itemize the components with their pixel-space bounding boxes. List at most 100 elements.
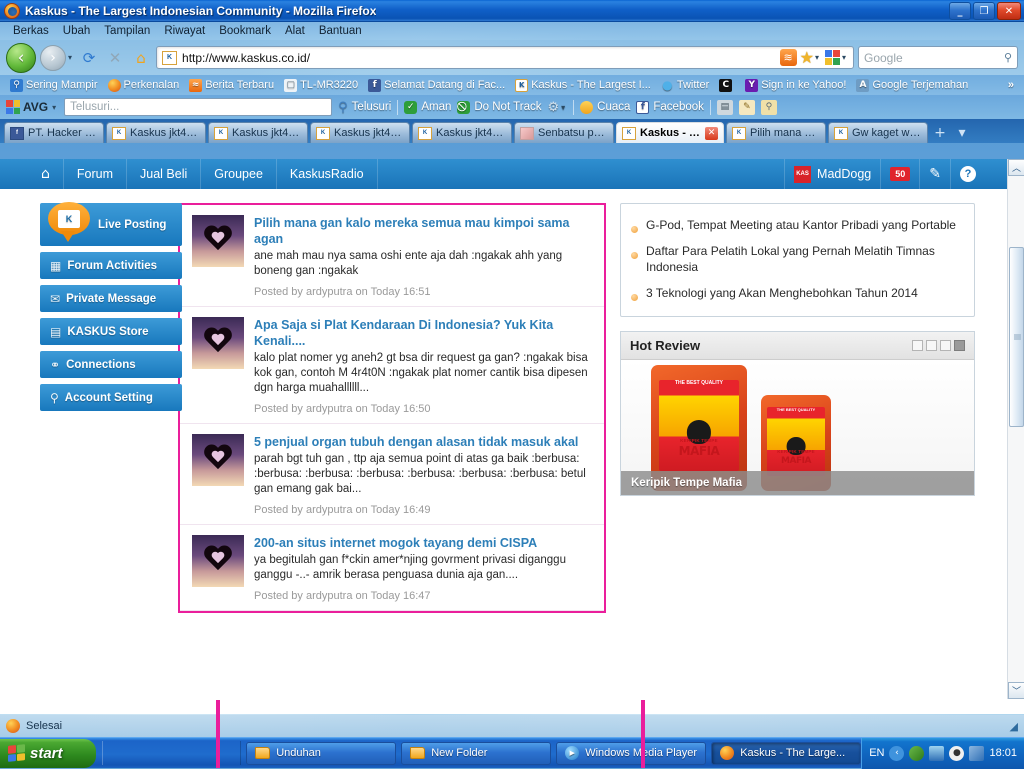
compose-button[interactable]: ✎ [919, 159, 950, 189]
avg-search-input[interactable]: Telusuri... [64, 98, 333, 116]
post-title[interactable]: 5 penjual organ tubuh dengan alasan tida… [254, 434, 592, 450]
list-item[interactable]: Daftar Para Pelatih Lokal yang Pernah Me… [631, 238, 964, 280]
search-magnifier-icon[interactable]: ⚲ [1004, 51, 1012, 64]
taskbar-button-windows-media-player[interactable]: ▶ Windows Media Player [556, 741, 707, 765]
scroll-up-button[interactable]: ︿ [1008, 159, 1024, 176]
list-item[interactable]: Apa Saja si Plat Kendaraan Di Indonesia?… [180, 307, 604, 424]
menu-bantuan[interactable]: Bantuan [312, 24, 369, 38]
start-button[interactable]: start [0, 738, 96, 768]
bookmark-google-terjemahan[interactable]: A Google Terjemahan [852, 78, 972, 93]
notepad-icon[interactable]: ✎ [738, 99, 755, 115]
list-item[interactable]: Pilih mana gan kalo mereka semua mau kim… [180, 205, 604, 307]
close-icon[interactable]: ✕ [705, 126, 718, 140]
taskbar-button-kaskus-firefox[interactable]: Kaskus - The Large... [711, 741, 862, 765]
network-icon[interactable] [969, 745, 985, 761]
menu-bookmark[interactable]: Bookmark [212, 24, 278, 38]
search-engine-chevron-icon[interactable]: ▾ [842, 53, 846, 62]
list-item[interactable]: 5 penjual organ tubuh dengan alasan tida… [180, 424, 604, 525]
nav-item-jual-beli[interactable]: Jual Beli [127, 159, 202, 189]
bookmarks-overflow-chevron[interactable]: » [1004, 78, 1018, 92]
tab-kaskus-jkt48-2[interactable]: K Kaskus jkt48 - P... [208, 122, 308, 143]
tab-kaskus-jkt48-1[interactable]: K Kaskus jkt48 - P... [106, 122, 206, 143]
quick-launch-area[interactable] [102, 741, 242, 765]
reload-icon[interactable]: ⟳ [78, 47, 100, 69]
hot-review-image[interactable]: THE BEST QUALITY KERIPIK TEMPE MAFIA THE… [621, 360, 974, 495]
tab-gw-kaget-waktu[interactable]: K Gw kaget waktu ... [828, 122, 928, 143]
pager-dot-4[interactable] [954, 340, 965, 351]
avg-do-not-track-button[interactable]: ⃠ Do Not Track [457, 100, 541, 114]
panda-icon[interactable]: ● [949, 745, 965, 761]
bookmark-star-icon[interactable]: ★ [800, 48, 814, 67]
bookmark-sering-mampir[interactable]: ⚲ Sering Mampir [6, 78, 102, 93]
show-hidden-icon[interactable]: ‹ [889, 745, 905, 761]
nav-home-icon[interactable]: ⌂ [28, 159, 64, 189]
tab-kaskus-jkt48-3[interactable]: K Kaskus jkt48 - P... [310, 122, 410, 143]
avg-trash-chevron-icon[interactable]: ▾ [561, 103, 565, 112]
menu-alat[interactable]: Alat [278, 24, 312, 38]
menu-riwayat[interactable]: Riwayat [157, 24, 212, 38]
bookmark-kaskus[interactable]: K Kaskus - The Largest I... [511, 78, 655, 93]
rss-icon[interactable]: ≋ [779, 49, 797, 66]
avg-aman-button[interactable]: ✓ Aman [404, 100, 451, 114]
home-icon[interactable]: ⌂ [130, 47, 152, 69]
vertical-scrollbar[interactable]: ︿ ﹀ [1007, 159, 1024, 699]
list-item[interactable]: G-Pod, Tempat Meeting atau Kantor Pribad… [631, 212, 964, 238]
list-item[interactable]: 200-an situs internet mogok tayang demi … [180, 525, 604, 611]
new-tab-button[interactable]: + [930, 123, 950, 143]
bookmark-perkenalan[interactable]: Perkenalan [104, 78, 184, 93]
bookmark-yahoo[interactable]: Y Sign in ke Yahoo! [741, 78, 850, 93]
post-title[interactable]: 200-an situs internet mogok tayang demi … [254, 535, 592, 551]
display-icon[interactable] [929, 745, 945, 761]
link-label[interactable]: Daftar Para Pelatih Lokal yang Pernah Me… [646, 243, 964, 275]
scroll-down-button[interactable]: ﹀ [1008, 682, 1024, 699]
sidebar-item-account-setting[interactable]: ⚲ Account Setting [40, 384, 182, 411]
url-text[interactable]: http://www.kaskus.co.id/ [182, 51, 310, 65]
url-bar[interactable]: K http://www.kaskus.co.id/ ≋ ★ ▾ ▾ [156, 46, 854, 69]
forward-button[interactable]: › [40, 44, 66, 71]
tab-senbatsu-perda[interactable]: Senbatsu perda... [514, 122, 614, 143]
carousel-pager[interactable] [912, 340, 965, 351]
link-label[interactable]: G-Pod, Tempat Meeting atau Kantor Pribad… [646, 217, 956, 233]
help-button[interactable]: ? [950, 159, 985, 189]
minimize-button[interactable]: _ [949, 2, 971, 20]
avg-chevron-icon[interactable]: ▾ [52, 103, 56, 112]
notification-badge[interactable]: 50 [880, 159, 919, 189]
bookmark-twitter[interactable]: ● Twitter [657, 78, 713, 93]
maximize-button[interactable]: ❐ [973, 2, 995, 20]
tab-kaskus-jkt48-4[interactable]: K Kaskus jkt48 - P... [412, 122, 512, 143]
search-bar[interactable]: Google ⚲ [858, 46, 1018, 69]
bookmark-berita-terbaru[interactable]: ≈ Berita Terbaru [185, 78, 278, 93]
sidebar-item-connections[interactable]: ⚭ Connections [40, 351, 182, 378]
chevron-down-icon[interactable]: ▾ [68, 53, 72, 62]
resize-grip-icon[interactable]: ◢ [1010, 720, 1018, 733]
stop-icon[interactable]: ✕ [104, 47, 126, 69]
avg-cuaca-button[interactable]: Cuaca [580, 100, 630, 114]
bookmark-tl-mr3220[interactable]: ▢ TL-MR3220 [280, 78, 362, 93]
nav-item-groupee[interactable]: Groupee [201, 159, 277, 189]
avg-search-button[interactable]: ⚲ Telusuri [338, 100, 391, 115]
urlbar-chevron-icon[interactable]: ▾ [815, 53, 819, 62]
post-title[interactable]: Apa Saja si Plat Kendaraan Di Indonesia?… [254, 317, 592, 349]
pager-dot-3[interactable] [940, 340, 951, 351]
vertical-scroll-thumb[interactable] [1009, 247, 1024, 427]
clock[interactable]: 18:01 [989, 747, 1017, 759]
menu-tampilan[interactable]: Tampilan [97, 24, 157, 38]
magnifier-icon[interactable]: ⚲ [760, 99, 777, 115]
avg-icon[interactable] [909, 745, 925, 761]
taskbar-button-unduhan[interactable]: Unduhan [246, 741, 397, 765]
pager-dot-2[interactable] [926, 340, 937, 351]
tab-pilih-mana-gan[interactable]: K Pilih mana gan k... [726, 122, 826, 143]
calculator-icon[interactable]: ▤ [716, 99, 733, 115]
bookmark-facebook[interactable]: f Selamat Datang di Fac... [364, 78, 509, 93]
close-button[interactable]: ✕ [997, 2, 1021, 20]
nav-item-kaskusradio[interactable]: KaskusRadio [277, 159, 378, 189]
tab-kaskus-active[interactable]: K Kaskus - T... ✕ [616, 122, 724, 143]
sidebar-item-forum-activities[interactable]: ▦ Forum Activities [40, 252, 182, 279]
sidebar-item-kaskus-store[interactable]: ▤ KASKUS Store [40, 318, 182, 345]
list-item[interactable]: 3 Teknologi yang Akan Menghebohkan Tahun… [631, 280, 964, 306]
tab-list-chevron-icon[interactable]: ▾ [952, 123, 972, 143]
sidebar-item-live-posting[interactable]: K Live Posting [40, 202, 182, 246]
nav-item-forum[interactable]: Forum [64, 159, 128, 189]
language-indicator[interactable]: EN [869, 747, 884, 759]
menu-ubah[interactable]: Ubah [56, 24, 98, 38]
